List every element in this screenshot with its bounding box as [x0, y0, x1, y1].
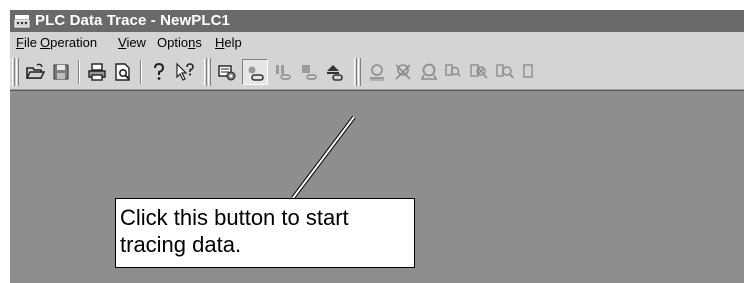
zoom-x-button[interactable] [440, 59, 466, 85]
title-bar: PLC Data Trace - NewPLC1 [10, 10, 744, 32]
print-preview-icon [115, 63, 130, 81]
menu-bar: File Operation View Options Help [10, 32, 744, 54]
zoom-x-cancel-button[interactable] [466, 59, 492, 85]
toolbar [10, 54, 744, 90]
zoom-fit-button[interactable] [416, 59, 442, 85]
help-button[interactable] [146, 59, 172, 85]
context-help-button[interactable] [172, 59, 198, 85]
toolbar-grip[interactable] [358, 58, 361, 86]
callout-line-2: tracing data. [120, 232, 242, 257]
toolbar-grip[interactable] [208, 58, 211, 86]
context-help-icon [176, 62, 194, 81]
zoom-button[interactable] [364, 59, 390, 85]
menu-options[interactable]: Options [155, 32, 204, 54]
start-trace-icon [248, 66, 264, 81]
open-button[interactable] [22, 59, 48, 85]
toolbar-grip[interactable] [354, 58, 357, 86]
toolbar-grip[interactable] [16, 58, 19, 86]
toolbar-overflow-button[interactable] [518, 59, 533, 85]
plc-app-icon [14, 15, 30, 28]
save-icon [53, 64, 69, 80]
zoom-x-icon [445, 64, 461, 77]
toolbar-separator [78, 60, 80, 84]
zoom-fit-icon [420, 63, 438, 80]
truncated-toolbar-icon [523, 64, 533, 78]
upload-trace-icon [327, 65, 343, 81]
zoom-cancel-icon [395, 64, 411, 80]
toolbar-grip[interactable] [204, 58, 207, 86]
stop-trace-icon [302, 65, 317, 80]
zoom-y-button[interactable] [492, 59, 518, 85]
zoom-y-icon [496, 64, 514, 79]
print-preview-button[interactable] [110, 59, 136, 85]
stop-trace-button[interactable] [296, 59, 322, 85]
window-title: PLC Data Trace - NewPLC1 [35, 12, 230, 29]
zoom-icon [370, 64, 384, 81]
menu-file[interactable]: File [14, 32, 39, 54]
help-icon [154, 62, 165, 80]
open-icon [25, 63, 45, 79]
print-button[interactable] [84, 59, 110, 85]
menu-operation[interactable]: Operation [38, 32, 99, 54]
menu-view[interactable]: View [116, 32, 148, 54]
upload-trace-button[interactable] [322, 59, 348, 85]
plc-settings-button[interactable] [214, 59, 240, 85]
zoom-cancel-button[interactable] [390, 59, 416, 85]
pause-trace-icon [276, 65, 291, 80]
print-icon [88, 63, 106, 81]
toolbar-grip[interactable] [12, 58, 15, 86]
plc-settings-icon [218, 65, 236, 81]
zoom-x-cancel-icon [470, 64, 488, 79]
pause-trace-button[interactable] [270, 59, 296, 85]
menu-help[interactable]: Help [213, 32, 244, 54]
toolbar-separator [140, 60, 142, 84]
save-button[interactable] [48, 59, 74, 85]
callout-annotation: Click this button to start tracing data. [115, 198, 415, 268]
callout-line-1: Click this button to start [120, 205, 349, 230]
start-trace-button[interactable] [242, 59, 268, 85]
